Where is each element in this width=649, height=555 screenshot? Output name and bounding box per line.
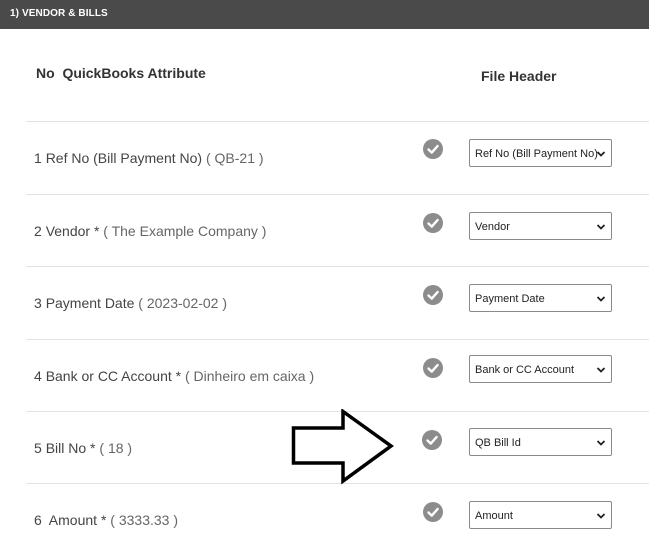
chevron-down-icon — [596, 296, 606, 302]
section-title: 1) VENDOR & BILLS — [10, 8, 108, 19]
file-header-select-1[interactable]: Ref No (Bill Payment No) — [469, 139, 612, 167]
row-divider — [26, 266, 649, 267]
attribute-name: Amount — [45, 512, 98, 528]
row-number: 3 — [34, 295, 42, 311]
attribute-row-1: 1 Ref No (Bill Payment No) ( QB-21 ) — [34, 150, 264, 166]
column-header-file: File Header — [481, 68, 557, 84]
right-arrow-outline-icon — [291, 409, 394, 485]
attribute-row-3: 3 Payment Date ( 2023-02-02 ) — [34, 295, 227, 311]
section-header-bar: 1) VENDOR & BILLS — [0, 0, 649, 29]
row-number: 1 — [34, 150, 42, 166]
chevron-down-icon — [596, 224, 606, 230]
required-marker: * — [93, 223, 100, 239]
sample-value: ( QB-21 ) — [205, 150, 264, 166]
required-marker: * — [100, 512, 107, 528]
attribute-row-5: 5 Bill No * ( 18 ) — [34, 440, 132, 456]
check-circle-icon — [423, 358, 443, 378]
row-number: 5 — [34, 440, 42, 456]
check-circle-icon — [423, 213, 443, 233]
sample-value: ( 2023-02-02 ) — [138, 295, 228, 311]
chevron-down-icon — [596, 513, 606, 519]
selected-option: Payment Date — [475, 293, 545, 305]
sample-value: ( 18 ) — [99, 440, 133, 456]
check-circle-icon — [422, 430, 442, 450]
sample-value: ( The Example Company ) — [103, 223, 267, 239]
selected-option: Amount — [475, 510, 513, 522]
attribute-name: Bill No — [45, 440, 87, 456]
row-number: 4 — [34, 368, 42, 384]
row-divider — [26, 121, 649, 122]
selected-option: Bank or CC Account — [475, 364, 575, 376]
attribute-row-6: 6 Amount * ( 3333.33 ) — [34, 512, 178, 528]
selected-option: Ref No (Bill Payment No) — [475, 148, 598, 160]
file-header-select-5[interactable]: QB Bill Id — [469, 428, 612, 456]
chevron-down-icon — [596, 151, 606, 157]
sample-value: ( 3333.33 ) — [110, 512, 179, 528]
check-circle-icon — [423, 285, 443, 305]
file-header-select-3[interactable]: Payment Date — [469, 284, 612, 312]
check-circle-icon — [423, 502, 443, 522]
sample-value: ( Dinheiro em caixa ) — [184, 368, 315, 384]
file-header-select-2[interactable]: Vendor — [469, 212, 612, 240]
selected-option: Vendor — [475, 221, 510, 233]
file-header-select-4[interactable]: Bank or CC Account — [469, 355, 612, 383]
row-divider — [26, 194, 649, 195]
attribute-name: Payment Date — [45, 295, 135, 311]
file-header-select-6[interactable]: Amount — [469, 501, 612, 529]
chevron-down-icon — [596, 440, 606, 446]
attribute-name: Bank or CC Account — [45, 368, 172, 384]
attribute-name: Vendor — [45, 223, 91, 239]
row-number: 2 — [34, 223, 42, 239]
required-marker: * — [90, 440, 96, 456]
attribute-row-2: 2 Vendor * ( The Example Company ) — [34, 223, 266, 239]
attribute-name: Ref No (Bill Payment No) — [45, 150, 203, 166]
chevron-down-icon — [596, 367, 606, 373]
selected-option: QB Bill Id — [475, 437, 521, 449]
attribute-row-4: 4 Bank or CC Account * ( Dinheiro em cai… — [34, 368, 314, 384]
row-divider — [26, 339, 649, 340]
row-number: 6 — [34, 512, 42, 528]
column-header-attribute: No QuickBooks Attribute — [36, 65, 206, 81]
required-marker: * — [175, 368, 182, 384]
check-circle-icon — [423, 139, 443, 159]
